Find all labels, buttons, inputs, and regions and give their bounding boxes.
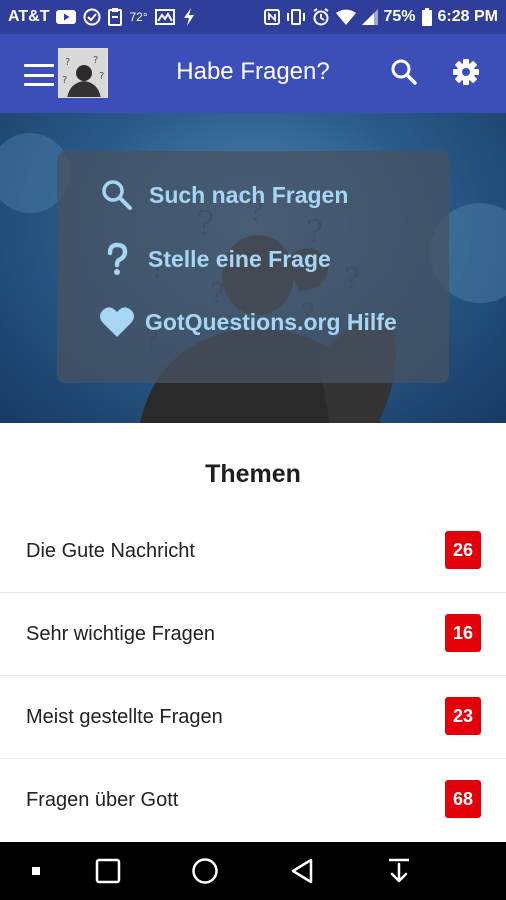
- heart-icon: [97, 302, 137, 342]
- quick-actions-panel: Such nach Fragen Stelle eine Frage GotQu…: [57, 151, 449, 383]
- clipboard-icon: [108, 8, 123, 26]
- topic-count-badge: 16: [445, 614, 481, 652]
- gotquestions-help-label: GotQuestions.org Hilfe: [145, 308, 397, 335]
- topic-count-badge: 68: [445, 780, 481, 818]
- topic-item-die-gute-nachricht[interactable]: Die Gute Nachricht 26: [0, 510, 506, 593]
- ask-question-action[interactable]: Stelle eine Frage: [97, 239, 331, 279]
- topic-label: Fragen über Gott: [26, 789, 179, 811]
- dot-indicator-icon[interactable]: [6, 842, 66, 900]
- carrier-label: AT&T: [8, 8, 50, 25]
- question-mark-icon: [97, 239, 137, 279]
- topic-item-meist-gestellte-fragen[interactable]: Meist gestellte Fragen 23: [0, 676, 506, 759]
- flash-icon: [182, 8, 196, 26]
- topic-item-fragen-ueber-gott[interactable]: Fragen über Gott 68: [0, 759, 506, 842]
- topic-item-sehr-wichtige-fragen[interactable]: Sehr wichtige Fragen 16: [0, 593, 506, 676]
- battery-percent-label: 75%: [383, 8, 416, 25]
- search-icon[interactable]: [390, 58, 418, 86]
- topic-label: Meist gestellte Fragen: [26, 706, 223, 728]
- back-icon[interactable]: [272, 842, 332, 900]
- youtube-notification-icon: [56, 10, 77, 24]
- topic-count-badge: 26: [445, 531, 481, 569]
- topics-heading: Themen: [205, 460, 301, 488]
- topic-label: Die Gute Nachricht: [26, 540, 195, 562]
- gear-icon[interactable]: [452, 58, 480, 86]
- clock-label: 6:28 PM: [437, 8, 498, 25]
- vibrate-icon: [286, 9, 306, 25]
- system-navigation-bar: [0, 842, 506, 900]
- nfc-icon: [263, 9, 280, 25]
- gotquestions-help-action[interactable]: GotQuestions.org Hilfe: [97, 302, 397, 342]
- signal-icon: [361, 9, 378, 25]
- temperature-label: 72°: [129, 10, 148, 24]
- alarm-icon: [312, 8, 330, 26]
- search-icon: [97, 175, 137, 215]
- topic-count-badge: 23: [445, 697, 481, 735]
- app-title: Habe Fragen?: [176, 58, 330, 85]
- hide-keyboard-icon[interactable]: [369, 842, 429, 900]
- topics-list: Die Gute Nachricht 26 Sehr wichtige Frag…: [0, 510, 506, 842]
- check-circle-icon: [83, 8, 101, 26]
- search-questions-action[interactable]: Such nach Fragen: [97, 175, 348, 215]
- home-icon[interactable]: [175, 842, 235, 900]
- hero-banner: ? ? ? ? ? ? ? ? Such nach Fragen Stelle …: [0, 113, 506, 423]
- recent-apps-icon[interactable]: [78, 842, 138, 900]
- search-questions-label: Such nach Fragen: [149, 181, 349, 208]
- ask-question-label: Stelle eine Frage: [148, 245, 331, 272]
- mail-icon: [154, 9, 175, 25]
- status-bar: AT&T 72° 75% 6:28 PM: [0, 0, 506, 34]
- topic-label: Sehr wichtige Fragen: [26, 623, 215, 645]
- wifi-icon: [335, 9, 356, 25]
- app-bar: ? ? ? ? Habe Fragen?: [0, 34, 506, 113]
- battery-icon: [421, 8, 432, 26]
